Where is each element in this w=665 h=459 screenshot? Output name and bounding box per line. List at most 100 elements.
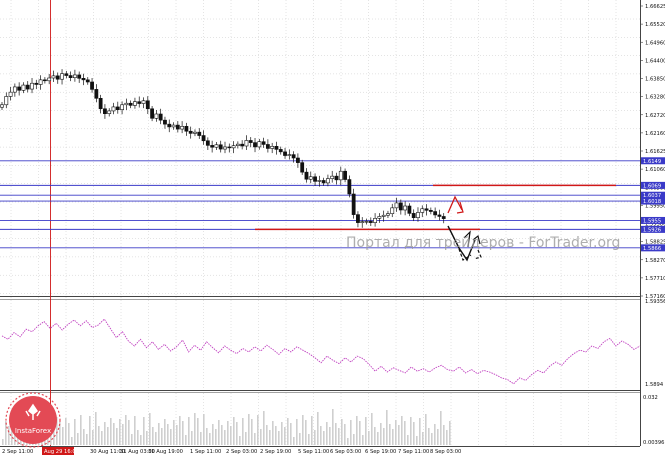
volume-bar [116,428,118,445]
candle-body [390,207,395,214]
volume-bar [407,435,409,445]
volume-bar [449,421,451,445]
volume-bar [101,431,103,445]
candle-body [287,154,292,156]
candle-body [373,218,377,223]
price-label: 1.61625 [645,149,665,155]
candle-body [244,140,249,147]
volume-bar [338,428,340,445]
candle-body [128,102,133,106]
volume-label: 0.032 [643,395,658,401]
volume-bar [347,438,349,445]
volume-bar [398,425,400,445]
volume-bar [194,413,196,445]
candle-body [210,145,215,148]
candle-body [30,82,34,90]
candle-body [283,151,287,156]
price-label: 1.61060 [645,167,665,173]
trading-chart[interactable]: Портал для трейдеров - ForTrader.org 1.6… [0,0,665,459]
volume-bar [170,429,172,445]
candle-body [364,221,369,223]
candle-body [313,176,317,182]
candle-body [12,86,17,93]
volume-bar [305,420,307,445]
volume-bar [8,426,10,445]
volume-bar [104,422,106,445]
candle-body [420,208,425,213]
candle-body [278,149,283,153]
candle-body [377,216,382,219]
volume-bar [326,422,328,445]
candle-body [201,135,206,142]
watermark-text: Портал для трейдеров - ForTrader.org [346,235,620,251]
volume-bar [332,409,334,445]
candle-body [4,96,9,106]
volume-bar [218,420,220,445]
volume-bar [314,430,316,445]
candle-body [81,78,86,81]
volume-bar [188,417,190,445]
candle-body [124,102,129,106]
volume-bar [74,419,76,445]
candle-body [330,175,335,179]
candle-body [145,100,150,110]
candle-body [205,140,210,146]
candle-body [77,74,82,79]
volume-bar [335,423,337,445]
volume-bar [293,437,295,445]
volume-bar [200,432,202,445]
candle-body [270,146,275,149]
chart-window: Портал для трейдеров - ForTrader.org 1.6… [0,0,665,459]
volume-bar [416,436,418,445]
volume-bar [197,418,199,445]
candle-body [171,124,176,128]
volume-bar [341,419,343,445]
volume-bar [428,428,430,445]
candle-body [235,143,240,146]
candle-body [338,170,343,181]
volume-bar [317,412,319,445]
volume-bar [2,439,4,445]
volume-bar [83,429,85,445]
volume-bar [290,423,292,445]
volume-bar [164,419,166,445]
volume-bar [128,420,130,445]
volume-bar [140,435,142,445]
candle-body [55,75,60,80]
volume-bar [212,424,214,445]
candle-body [68,75,73,78]
candle-body [38,79,43,85]
volume-bar [365,417,367,445]
volume-bar [401,416,403,445]
volume-bar [374,427,376,445]
candle-body [437,214,442,217]
volume-bar [266,425,268,445]
candle-body [64,73,69,76]
candle-body [240,143,245,147]
volume-bar [77,433,79,445]
price-badge-label: 1.6018 [643,199,661,205]
candle-body [34,82,39,85]
volume-bar [362,435,364,445]
time-scale[interactable]: 2 Sep 11:00 Aug 29 16:00 30 Aug 11:0031 Au… [2,447,461,455]
candle-body [98,98,103,110]
candle-body [175,124,180,130]
volume-bar [86,434,88,445]
time-label: 2 Sep 19:00 [260,449,291,455]
candle-body [300,162,305,173]
time-label: 5 Sep 11:00 [298,449,329,455]
candle-body [21,84,26,91]
volume-bar [260,429,262,445]
candle-body [133,101,137,106]
volume-bar [224,430,226,445]
oscillator-label: 1.5894 [645,382,664,388]
candle-body [304,171,309,180]
candle-body [0,104,4,108]
candle-body [291,154,296,159]
candle-body [394,202,399,209]
volume-bar [359,421,361,445]
oscillator-label: 1.59356 [645,299,665,305]
price-label: 1.64960 [645,40,665,46]
volume-bar [92,430,94,445]
volume-bar [98,426,100,445]
